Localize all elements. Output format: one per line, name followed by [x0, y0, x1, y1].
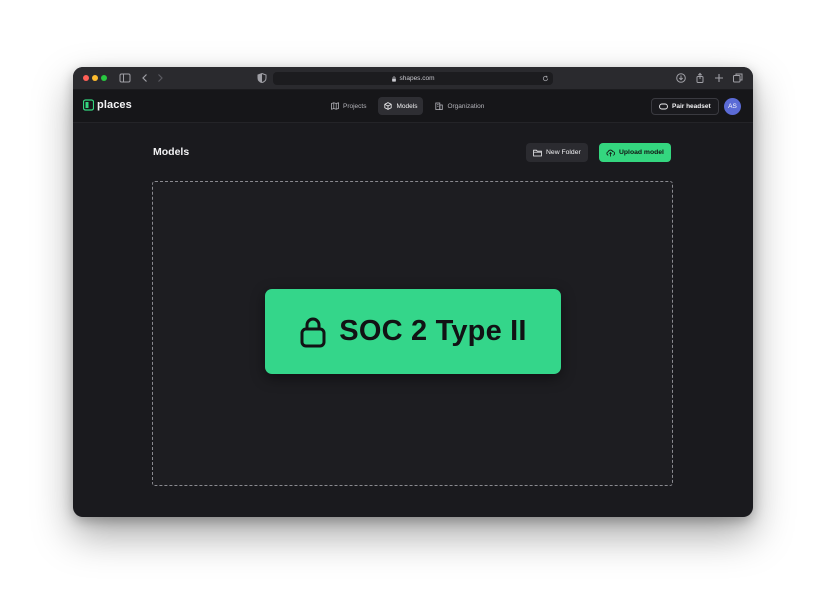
cube-icon — [384, 102, 393, 110]
nav-item-organization[interactable]: Organization — [429, 97, 490, 115]
lock-icon — [300, 317, 326, 347]
map-icon — [331, 102, 339, 110]
nav-item-projects[interactable]: Projects — [325, 97, 372, 115]
browser-toolbar: shapes.com — [73, 67, 753, 90]
browser-window: shapes.com places Projects Models Organi… — [73, 67, 753, 517]
upload-model-button[interactable]: Upload model — [599, 143, 671, 162]
lock-icon — [392, 75, 397, 82]
logo[interactable]: places — [83, 99, 132, 111]
nav-label: Organization — [447, 102, 485, 110]
avatar-initials: AS — [728, 103, 737, 110]
nav-label: Projects — [343, 102, 367, 110]
new-tab-icon[interactable] — [713, 72, 725, 84]
url-text: shapes.com — [399, 75, 435, 82]
folder-icon — [533, 149, 542, 156]
main-nav: Projects Models Organization — [325, 97, 490, 115]
logo-text: places — [97, 99, 132, 111]
pair-headset-button[interactable]: Pair headset — [651, 98, 719, 115]
sidebar-toggle-icon[interactable] — [119, 72, 131, 84]
pair-headset-label: Pair headset — [672, 103, 711, 110]
nav-label: Models — [396, 102, 418, 110]
new-folder-label: New Folder — [546, 149, 581, 156]
new-folder-button[interactable]: New Folder — [526, 143, 588, 162]
places-logo-icon — [83, 99, 94, 111]
avatar[interactable]: AS — [724, 98, 741, 115]
building-icon — [435, 102, 444, 110]
app-header: places Projects Models Organization Pair… — [73, 90, 753, 123]
tab-overview-icon[interactable] — [732, 72, 744, 84]
reload-icon[interactable] — [542, 75, 549, 82]
upload-model-label: Upload model — [619, 149, 664, 156]
soc2-badge: SOC 2 Type II — [265, 289, 561, 374]
headset-icon — [659, 103, 668, 110]
cloud-upload-icon — [606, 149, 615, 156]
nav-item-models[interactable]: Models — [378, 97, 424, 115]
page-title: Models — [153, 146, 190, 158]
address-bar[interactable]: shapes.com — [273, 72, 553, 85]
privacy-shield-icon[interactable] — [256, 72, 268, 84]
download-icon[interactable] — [675, 72, 687, 84]
maximize-window-button[interactable] — [101, 75, 107, 81]
close-window-button[interactable] — [83, 75, 89, 81]
minimize-window-button[interactable] — [92, 75, 98, 81]
back-icon[interactable] — [139, 72, 151, 84]
badge-text: SOC 2 Type II — [339, 315, 527, 347]
forward-icon[interactable] — [154, 72, 166, 84]
share-icon[interactable] — [694, 72, 706, 84]
